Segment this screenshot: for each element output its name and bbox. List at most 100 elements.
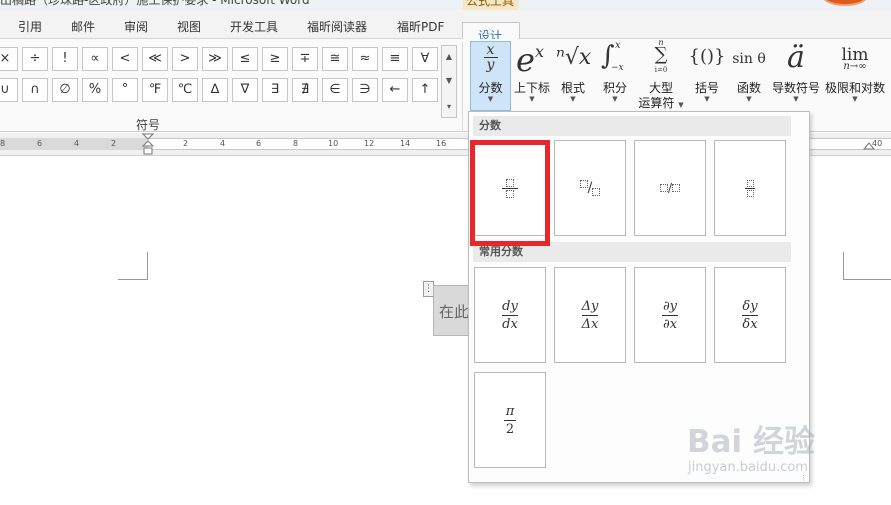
denominator-placeholder-icon [592,188,601,196]
script-label: 上下标 [513,81,550,95]
symbol-greater-than[interactable]: > [172,47,198,71]
symbol-for-all[interactable]: ∀ [412,47,438,71]
symbol-empty-set[interactable]: ∅ [52,78,78,102]
radical-button[interactable]: ⁿ√x 根式 ▼ [554,39,592,111]
denominator: ∂x [662,316,678,332]
symbol-greater-equal[interactable]: ≥ [262,47,288,71]
symbol-much-less[interactable]: ≪ [142,47,168,71]
chevron-down-icon: ▼ [529,95,535,103]
ruler-number: 10 [328,139,339,148]
group-divider [462,42,463,130]
bracket-button[interactable]: {()} 括号 ▼ [688,39,726,111]
script-button[interactable]: e x 上下标 ▼ [512,39,552,111]
limit-log-label: 极限和对数 [824,81,885,95]
chevron-down-icon: ▼ [852,95,858,103]
accent-label: 导数符号 [771,81,820,95]
symbol-left-arrow[interactable]: ← [382,78,408,102]
ruler-number: 6 [37,139,43,148]
fraction-bar [742,314,758,316]
sigma-icon: ∑ [654,44,668,65]
symbol-gallery-scroll[interactable]: ▲ ▼ ▾ [441,45,457,118]
symbol-contains[interactable]: ∋ [352,78,378,102]
bracket-icon: {()} [688,46,726,67]
symbol-identical[interactable]: ≡ [382,47,408,71]
common-fraction-partial[interactable]: ∂y ∂x [634,267,706,363]
limit-log-button[interactable]: lim n→∞ 极限和对数 ▼ [823,39,887,111]
symbol-nabla[interactable]: ∇ [232,78,258,102]
numerator: dy [502,298,518,314]
accent-button[interactable]: ä 导数符号 ▼ [770,39,822,111]
denominator: 2 [505,421,515,437]
symbol-times[interactable]: × [0,47,18,71]
symbol-intersection[interactable]: ∩ [22,78,48,102]
indent-marker-icon[interactable] [142,133,154,156]
large-operator-label-2-text: 运算符 [638,96,675,110]
scroll-down-icon[interactable]: ▼ [442,76,456,85]
symbol-not-exists[interactable]: ∄ [292,78,318,102]
radical-icon: ⁿ√x [556,45,592,70]
tab-foxit-pdf[interactable]: 福昕PDF [397,18,444,35]
numerator-placeholder-icon [659,184,668,192]
symbol-element-of[interactable]: ∈ [322,78,348,102]
tab-references[interactable]: 引用 [18,18,42,35]
symbol-percent[interactable]: % [82,78,108,102]
large-operator-button[interactable]: n ∑ i=0 大型 运算符 ▼ [638,38,684,111]
symbol-up-arrow[interactable]: ↑ [412,78,438,102]
fraction-skewed-tile[interactable]: / [554,140,626,236]
accent-icon: ä [787,40,805,75]
fraction-button-content[interactable]: x y 分数 ▼ [470,39,511,111]
integral-button[interactable]: ∫ x −x 积分 ▼ [596,39,634,111]
crop-mark [843,252,844,280]
symbol-fahrenheit[interactable]: ℉ [142,78,168,102]
common-fraction-pi-over-2[interactable]: π2 [474,372,546,468]
ruler-number: 4 [220,139,226,148]
common-fraction-dy-dx[interactable]: dy dx [474,267,546,363]
tab-mailings[interactable]: 邮件 [71,18,95,35]
title-bar: 出稿路（珍珠路-区政府）施工保护要求 - Microsoft Word [0,0,891,10]
fraction-bar [745,187,755,189]
section-fraction-header: 分数 [473,116,791,136]
symbol-divide[interactable]: ÷ [22,47,48,71]
crop-mark [118,279,148,280]
fraction-icon: x y [470,43,511,72]
tab-foxit-reader[interactable]: 福昕阅读器 [307,18,367,35]
gallery-more-icon[interactable]: ▾ [442,102,456,111]
common-fraction-delta[interactable]: Δy Δx [554,267,626,363]
symbol-degree[interactable]: ° [112,78,138,102]
right-indent-marker-icon[interactable] [863,137,875,153]
function-button[interactable]: sin θ 函数 ▼ [729,39,769,111]
symbol-much-greater[interactable]: ≫ [202,47,228,71]
symbol-increment[interactable]: ∆ [202,78,228,102]
fraction-linear-tile[interactable]: / [634,140,706,236]
equation-placeholder[interactable]: 在此 [433,285,473,336]
symbol-congruent[interactable]: ≅ [322,47,348,71]
chevron-down-icon: ▼ [746,95,752,103]
symbol-proportional[interactable]: ∝ [82,47,108,71]
ruler-number: 2 [183,139,189,148]
ruler-number: 12 [364,139,375,148]
fraction-icon-bottom: y [486,57,495,73]
symbol-union[interactable]: ∪ [0,78,18,102]
script-icon-sup: x [535,42,545,61]
denominator: Δx [581,316,599,332]
numerator: Δy [581,298,599,314]
symbol-exists[interactable]: ∃ [262,78,288,102]
denominator-placeholder-icon [746,189,754,197]
symbol-factorial[interactable]: ! [52,47,78,71]
symbol-minus-plus[interactable]: ∓ [292,47,318,71]
equation-placeholder-text: 在此 [439,303,470,321]
symbol-less-equal[interactable]: ≤ [232,47,258,71]
fraction-small-tile[interactable] [714,140,786,236]
common-fraction-small-delta[interactable]: δy δx [714,267,786,363]
symbol-celsius[interactable]: ℃ [172,78,198,102]
function-icon: sin θ [732,51,766,67]
tab-view[interactable]: 视图 [177,18,201,35]
symbol-approx[interactable]: ≈ [352,47,378,71]
symbol-less-than[interactable]: < [112,47,138,71]
fraction-icon-top: x [486,42,495,58]
tab-developer[interactable]: 开发工具 [230,18,278,35]
numerator-placeholder-icon [746,179,754,187]
fraction-label: 分数 [478,81,503,95]
tab-review[interactable]: 审阅 [124,18,148,35]
scroll-up-icon[interactable]: ▲ [442,52,456,61]
